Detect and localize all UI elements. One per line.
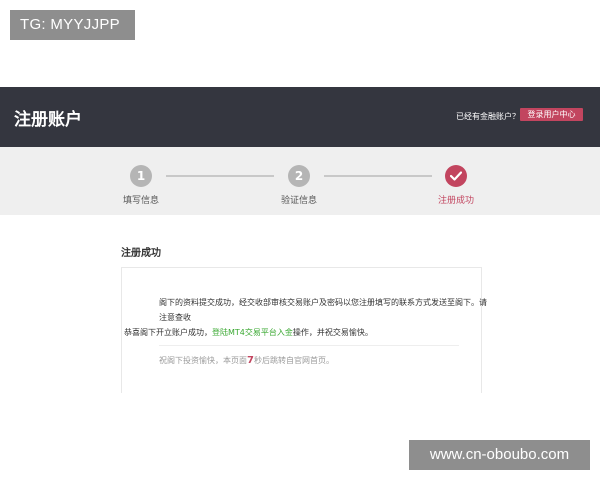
page-title: 注册账户 — [14, 110, 82, 130]
card-divider — [159, 345, 459, 346]
success-line-3-suffix: 操作，并祝交易愉快。 — [292, 328, 373, 337]
registration-steps: 1 填写信息 2 验证信息 注册成功 — [0, 147, 600, 215]
step-connector-1 — [166, 175, 274, 177]
step-2-label: 验证信息 — [280, 196, 318, 206]
step-1-label: 填写信息 — [122, 196, 160, 206]
redirect-prefix: 祝阁下投资愉快，本页面 — [159, 356, 247, 365]
step-connector-2 — [324, 175, 432, 177]
step-3-label: 注册成功 — [437, 196, 475, 206]
success-section-title: 注册成功 — [121, 248, 161, 259]
success-message-line-3: 恭喜阁下开立账户成功，登陆MT4交易平台入金操作，并祝交易愉快。 — [124, 327, 373, 338]
redirect-countdown: 7 — [247, 355, 254, 366]
success-message-line-1: 阁下的资料提交成功，经交收部审核交易账户及密码以您注册填写的联系方式发送至阁下。… — [159, 298, 487, 307]
site-watermark: www.cn-oboubo.com — [409, 440, 590, 470]
step-3-circle — [445, 165, 467, 187]
check-icon — [450, 171, 462, 181]
login-prompt: 已经有金融账户？ — [456, 112, 520, 121]
step-1-circle: 1 — [130, 165, 152, 187]
login-user-center-button[interactable]: 登录用户中心 — [520, 108, 583, 121]
page-header: 注册账户 已经有金融账户？ 登录用户中心 — [0, 87, 600, 147]
success-message-line-2: 注意查收 — [159, 313, 191, 322]
tg-overlay-label: TG: MYYJJPP — [10, 10, 135, 40]
mt4-login-link[interactable]: 登陆MT4交易平台入金 — [212, 328, 293, 337]
success-line-3-prefix: 恭喜阁下开立账户成功， — [124, 328, 212, 337]
redirect-notice: 祝阁下投资愉快，本页面7秒后跳转自官网首页。 — [159, 355, 334, 366]
success-message-card: 阁下的资料提交成功，经交收部审核交易账户及密码以您注册填写的联系方式发送至阁下。… — [121, 267, 487, 393]
redirect-suffix: 秒后跳转自官网首页。 — [253, 356, 334, 365]
step-2-circle: 2 — [288, 165, 310, 187]
